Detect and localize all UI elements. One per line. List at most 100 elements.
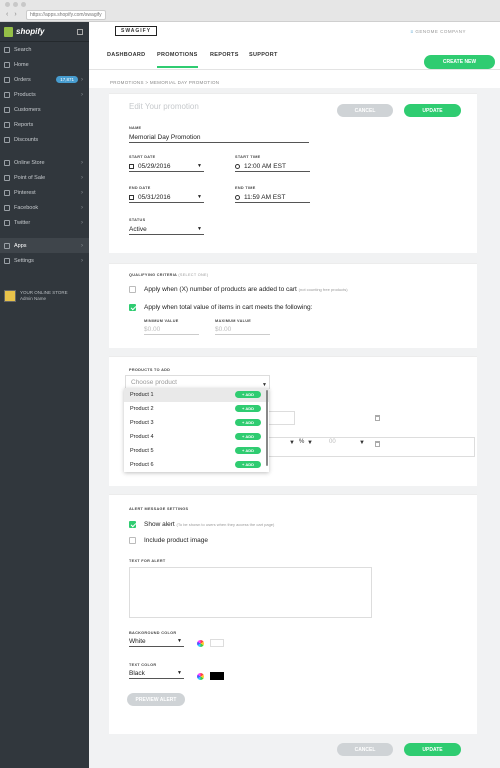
criteria-title: QUALIFYING CRITERIA	[129, 273, 177, 277]
end-date-field[interactable]: 05/31/2016 ▼	[129, 193, 204, 203]
dropdown-scrollbar[interactable]	[266, 390, 268, 466]
back-icon[interactable]: ‹	[6, 11, 8, 18]
tab-support[interactable]: SUPPORT	[249, 52, 278, 58]
add-product-button[interactable]: + ADD	[235, 433, 261, 440]
maximize-window-dot[interactable]	[21, 2, 26, 7]
sidebar-nav: Search Home Orders 17,871 › Products › Cust…	[0, 42, 89, 268]
include-image-checkbox[interactable]	[129, 537, 136, 544]
sidebar-item-facebook[interactable]: Facebook ›	[0, 200, 89, 215]
product-option-label: Product 3	[130, 420, 154, 426]
forward-icon[interactable]: ›	[14, 11, 16, 18]
minimize-window-dot[interactable]	[13, 2, 18, 7]
caret-down-icon[interactable]: ▼	[307, 440, 313, 446]
product-option-label: Product 5	[130, 448, 154, 454]
product-option[interactable]: Product 3 + ADD	[124, 416, 269, 430]
product-row-field-1[interactable]	[269, 411, 295, 425]
background-color-swatch[interactable]	[210, 639, 224, 647]
preview-alert-button[interactable]: PREVIEW ALERT	[127, 693, 185, 706]
product-option[interactable]: Product 6 + ADD	[124, 458, 269, 472]
chevron-right-icon: ›	[81, 174, 83, 181]
add-product-button[interactable]: + ADD	[235, 405, 261, 412]
shopify-bag-icon	[4, 26, 13, 37]
product-option[interactable]: Product 1 + ADD	[124, 388, 269, 402]
reports-icon	[4, 121, 10, 128]
swagify-logo: SWAGIFY	[115, 26, 158, 36]
choose-product-select[interactable]: Choose product ▼	[125, 375, 270, 389]
text-color-select[interactable]: Black ▼	[129, 669, 184, 679]
sidebar-item-pinterest[interactable]: Pinterest ›	[0, 185, 89, 200]
sidebar-item-home[interactable]: Home	[0, 57, 89, 72]
product-option[interactable]: Product 2 + ADD	[124, 402, 269, 416]
add-product-button[interactable]: + ADD	[235, 447, 261, 454]
footer-cancel-button[interactable]: CANCEL	[337, 743, 393, 756]
text-color-swatch[interactable]	[210, 672, 224, 680]
minimum-value-input[interactable]: $0.00	[144, 325, 199, 335]
background-color-select[interactable]: White ▼	[129, 637, 184, 647]
show-alert-checkbox[interactable]	[129, 521, 136, 528]
criteria-hint: (SELECT ONE)	[178, 273, 209, 277]
end-date-value: 05/31/2016	[138, 194, 171, 201]
sidebar-item-twitter[interactable]: Twitter ›	[0, 215, 89, 230]
name-field[interactable]: Memorial Day Promotion	[129, 133, 309, 143]
color-wheel-icon[interactable]	[197, 673, 204, 680]
status-label: STATUS	[129, 218, 146, 222]
chevron-right-icon: ›	[81, 91, 83, 98]
start-date-field[interactable]: 05/29/2016 ▼	[129, 162, 204, 172]
sidebar-item-label: Orders	[14, 76, 31, 83]
start-time-field[interactable]: 12:00 AM EST	[235, 162, 310, 172]
tab-reports[interactable]: REPORTS	[210, 52, 239, 58]
sidebar-item-label: Search	[14, 46, 32, 53]
alert-text-label: TEXT FOR ALERT	[129, 559, 166, 563]
add-product-button[interactable]: + ADD	[235, 461, 261, 468]
product-option[interactable]: Product 4 + ADD	[124, 430, 269, 444]
product-option[interactable]: Product 5 + ADD	[124, 444, 269, 458]
trash-icon[interactable]	[375, 415, 380, 421]
app-topbar: SWAGIFY ≡ GENOME COMPANY	[89, 22, 500, 42]
clock-icon	[235, 163, 240, 169]
sidebar-item-orders[interactable]: Orders 17,871 ›	[0, 72, 89, 87]
store-info: YOUR ONLINE STORE Admin Name	[20, 290, 68, 302]
cancel-button[interactable]: CANCEL	[337, 104, 393, 117]
sidebar-item-point-of-sale[interactable]: Point of Sale ›	[0, 170, 89, 185]
sidebar-item-customers[interactable]: Customers	[0, 102, 89, 117]
sidebar-item-online-store[interactable]: Online Store ›	[0, 155, 89, 170]
create-new-button[interactable]: CREATE NEW	[424, 55, 495, 69]
criteria-option-2-checkbox[interactable]	[129, 304, 136, 311]
end-time-field[interactable]: 11:59 AM EST	[235, 193, 310, 203]
close-window-dot[interactable]	[5, 2, 10, 7]
status-select[interactable]: Active ▼	[129, 225, 204, 235]
update-button[interactable]: UPDATE	[404, 104, 461, 117]
add-product-button[interactable]: + ADD	[235, 391, 261, 398]
alert-text-area[interactable]	[129, 567, 372, 618]
tab-promotions[interactable]: PROMOTIONS	[157, 52, 198, 68]
product-option-label: Product 2	[130, 406, 154, 412]
external-link-icon[interactable]	[77, 28, 83, 35]
end-time-value: 11:59 AM EST	[244, 194, 286, 201]
sidebar-item-label: Point of Sale	[14, 174, 46, 181]
address-bar[interactable]: https://apps.shopify.com/swagify	[26, 10, 106, 20]
footer-update-button[interactable]: UPDATE	[404, 743, 461, 756]
sidebar-item-settings[interactable]: Settings ›	[0, 253, 89, 268]
pinterest-icon	[4, 189, 10, 196]
color-wheel-icon[interactable]	[197, 640, 204, 647]
sidebar-item-apps[interactable]: Apps ›	[0, 238, 89, 253]
shopify-brand[interactable]: shopify	[0, 22, 89, 42]
breadcrumb-parent[interactable]: PROMOTIONS	[110, 80, 144, 85]
maximum-value-input[interactable]: $0.00	[215, 325, 270, 335]
store-switcher[interactable]: YOUR ONLINE STORE Admin Name	[4, 290, 68, 302]
sidebar-item-discounts[interactable]: Discounts	[0, 132, 89, 147]
criteria-option-1-text: Apply when (X) number of products are ad…	[144, 286, 297, 293]
trash-icon[interactable]	[375, 441, 380, 447]
form-heading: Edit Your promotion	[129, 102, 199, 111]
text-color-label: TEXT COLOR	[129, 663, 157, 667]
caret-down-icon[interactable]: ▼	[359, 440, 365, 446]
alert-settings-card: ALERT MESSAGE SETTINGS Show alert (To be…	[109, 494, 477, 734]
criteria-option-1-checkbox[interactable]	[129, 286, 136, 293]
caret-down-icon[interactable]: ▼	[289, 440, 295, 446]
tab-dashboard[interactable]: DASHBOARD	[107, 52, 145, 58]
add-product-button[interactable]: + ADD	[235, 419, 261, 426]
sidebar-item-products[interactable]: Products ›	[0, 87, 89, 102]
sidebar-item-search[interactable]: Search	[0, 42, 89, 57]
sidebar-item-reports[interactable]: Reports	[0, 117, 89, 132]
pos-icon	[4, 174, 10, 181]
